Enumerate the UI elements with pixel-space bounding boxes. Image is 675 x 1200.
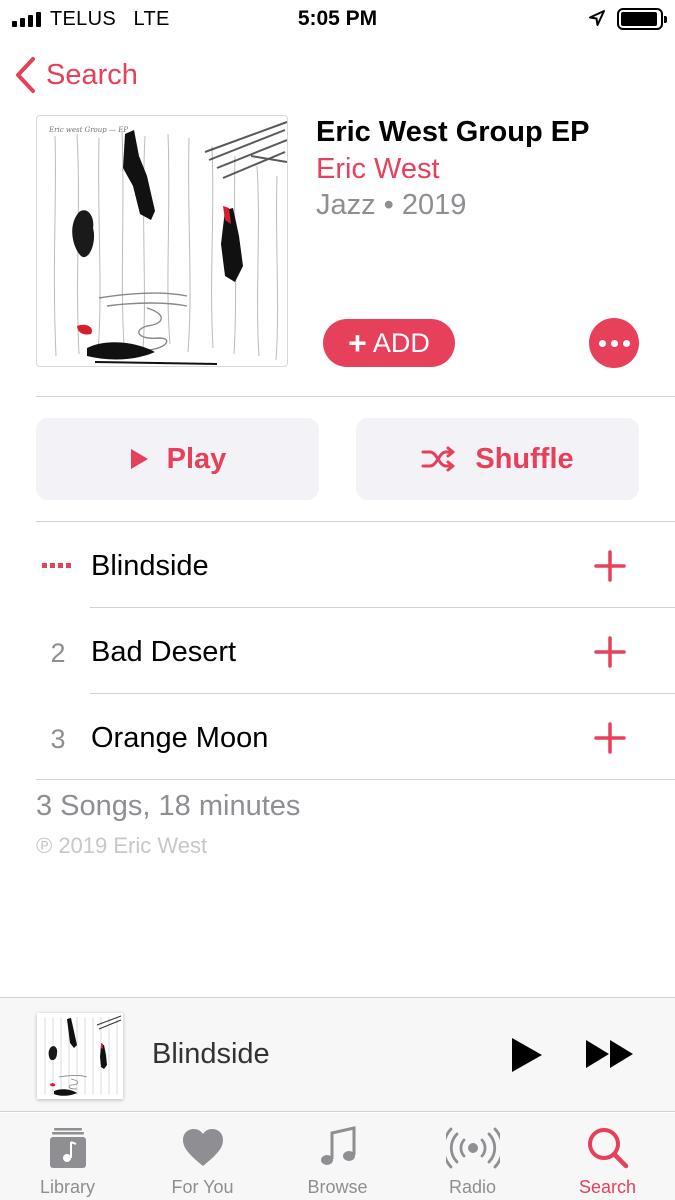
track-title: Orange Moon bbox=[91, 722, 269, 754]
tab-browse[interactable]: Browse bbox=[270, 1113, 405, 1200]
tab-for-you[interactable]: For You bbox=[135, 1113, 270, 1200]
search-icon bbox=[587, 1128, 628, 1169]
ellipsis-icon bbox=[598, 339, 606, 347]
track-title: Blindside bbox=[91, 550, 209, 582]
status-bar: TELUS LTE 5:05 PM bbox=[0, 0, 675, 38]
fast-forward-icon[interactable] bbox=[585, 1038, 635, 1070]
artist-link[interactable]: Eric West bbox=[316, 153, 440, 186]
play-label: Play bbox=[166, 442, 227, 475]
radio-icon bbox=[445, 1127, 500, 1169]
tab-library[interactable]: Library bbox=[0, 1113, 135, 1200]
track-title: Bad Desert bbox=[91, 636, 237, 668]
more-options-button[interactable] bbox=[589, 318, 639, 368]
track-number: 3 bbox=[50, 724, 66, 754]
plus-icon: + bbox=[348, 325, 367, 361]
add-track-plus-icon[interactable] bbox=[593, 635, 627, 669]
tab-label: Search bbox=[578, 1177, 637, 1197]
album-artwork: Eric west Group — EP bbox=[36, 115, 288, 367]
add-label: ADD bbox=[372, 327, 430, 358]
divider bbox=[36, 396, 675, 397]
status-time: 5:05 PM bbox=[297, 7, 378, 30]
add-track-plus-icon[interactable] bbox=[593, 721, 627, 755]
shuffle-button[interactable]: Shuffle bbox=[356, 418, 639, 500]
library-icon bbox=[49, 1128, 86, 1168]
album-summary: 3 Songs, 18 minutes bbox=[36, 790, 301, 822]
tab-bar: Library For You Browse Radio Search bbox=[0, 1113, 675, 1200]
music-note-icon bbox=[320, 1126, 355, 1165]
tab-search[interactable]: Search bbox=[540, 1113, 675, 1200]
back-label: Search bbox=[46, 58, 138, 91]
divider bbox=[36, 779, 675, 780]
now-playing-icon bbox=[42, 563, 71, 568]
tab-label: Browse bbox=[307, 1177, 368, 1197]
mini-player-artwork bbox=[37, 1013, 123, 1099]
shuffle-label: Shuffle bbox=[475, 442, 574, 475]
tab-label: Library bbox=[39, 1177, 96, 1197]
mini-player-title: Blindside bbox=[152, 1038, 270, 1070]
add-album-button[interactable]: + ADD bbox=[323, 319, 455, 367]
track-number: 2 bbox=[50, 638, 66, 668]
play-icon bbox=[130, 449, 148, 469]
genre-year: Jazz • 2019 bbox=[316, 189, 467, 221]
chevron-left-icon bbox=[16, 57, 35, 93]
album-title: Eric West Group EP bbox=[316, 116, 590, 148]
cover-lettering: Eric west Group — EP bbox=[48, 126, 128, 134]
shuffle-icon bbox=[421, 446, 455, 472]
back-button[interactable]: Search bbox=[14, 56, 138, 94]
copyright-text: ℗ 2019 Eric West bbox=[36, 833, 208, 858]
tab-radio[interactable]: Radio bbox=[405, 1113, 540, 1200]
track-row[interactable]: Blindside bbox=[0, 522, 675, 608]
play-icon[interactable] bbox=[510, 1036, 544, 1074]
location-arrow-icon bbox=[589, 10, 605, 26]
track-row[interactable]: 3 Orange Moon bbox=[0, 694, 675, 780]
track-row[interactable]: 2 Bad Desert bbox=[0, 608, 675, 694]
tab-label: For You bbox=[171, 1177, 234, 1197]
add-track-plus-icon[interactable] bbox=[593, 549, 627, 583]
battery-icon bbox=[617, 8, 667, 30]
mini-player[interactable]: Blindside bbox=[0, 997, 675, 1112]
play-button[interactable]: Play bbox=[36, 418, 319, 500]
tab-label: Radio bbox=[448, 1177, 497, 1197]
heart-icon bbox=[182, 1129, 223, 1166]
